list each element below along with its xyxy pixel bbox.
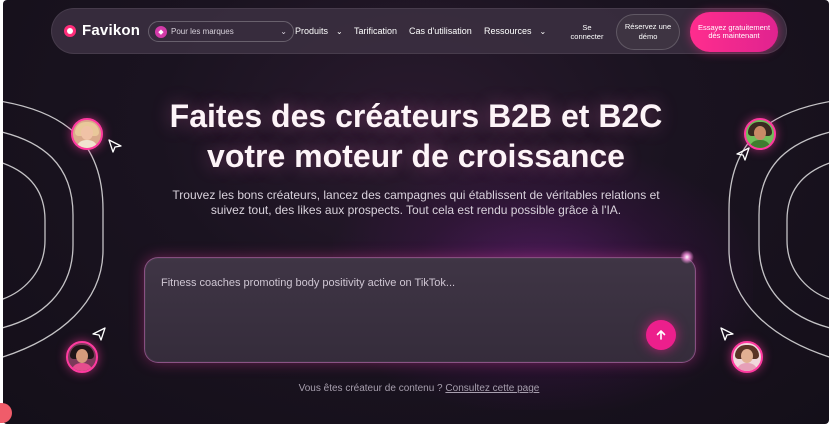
arrow-up-icon bbox=[656, 330, 666, 340]
nav-item-label: Produits bbox=[295, 26, 329, 36]
nav-item-produits[interactable]: Produits ⌄ bbox=[295, 26, 343, 36]
cursor-arrow-icon bbox=[720, 327, 734, 341]
login-link[interactable]: Se connecter bbox=[570, 23, 604, 41]
chevron-down-icon: ⌄ bbox=[280, 27, 287, 36]
nav-item-tarification[interactable]: Tarification bbox=[354, 26, 397, 36]
creator-page-link[interactable]: Consultez cette page bbox=[445, 383, 539, 394]
audience-selector-label: Pour les marques bbox=[171, 27, 234, 36]
sparkle-decoration bbox=[680, 250, 694, 264]
hero-title-line2: votre moteur de croissance bbox=[207, 138, 625, 174]
creator-avatar-bottom-right bbox=[731, 341, 763, 373]
chevron-down-icon: ⌄ bbox=[539, 26, 547, 36]
nav-item-label: Tarification bbox=[354, 26, 398, 36]
search-submit-button[interactable] bbox=[646, 320, 676, 350]
nav-item-label: Cas d'utilisation bbox=[409, 26, 472, 36]
page-frame: Favikon ◆ Pour les marques ⌄ Produits ⌄ … bbox=[3, 0, 829, 424]
creator-search-box bbox=[144, 250, 696, 363]
nav-item-label: Ressources bbox=[484, 26, 532, 36]
book-demo-button[interactable]: Réservez une démo bbox=[616, 14, 680, 50]
creator-avatar-bottom-left bbox=[66, 341, 98, 373]
creator-avatar-top-left bbox=[71, 118, 103, 150]
top-navigation: Favikon ◆ Pour les marques ⌄ Produits ⌄ … bbox=[51, 8, 787, 54]
hero-subtitle: Trouvez les bons créateurs, lancez des c… bbox=[172, 188, 660, 217]
cursor-arrow-icon bbox=[736, 147, 750, 161]
creator-cta-line: Vous êtes créateur de contenu ? Consulte… bbox=[219, 383, 619, 394]
nav-item-cas-utilisation[interactable]: Cas d'utilisation bbox=[409, 26, 472, 36]
creator-cta-text: Vous êtes créateur de contenu ? bbox=[298, 383, 443, 394]
free-trial-button[interactable]: Essayez gratuitement dès maintenant bbox=[690, 12, 778, 52]
nav-item-ressources[interactable]: Ressources ⌄ bbox=[484, 26, 546, 36]
brand-name: Favikon bbox=[82, 22, 141, 39]
creator-search-input[interactable] bbox=[161, 274, 641, 292]
diamond-icon: ◆ bbox=[155, 25, 167, 38]
brand-logo[interactable]: Favikon bbox=[64, 22, 140, 39]
audience-selector[interactable]: ◆ Pour les marques ⌄ bbox=[148, 21, 294, 42]
logo-icon bbox=[64, 24, 76, 37]
chevron-down-icon: ⌄ bbox=[336, 26, 343, 36]
cursor-arrow-icon bbox=[92, 327, 106, 341]
hero-title-line1: Faites des créateurs B2B et B2C bbox=[169, 98, 663, 134]
hero-title: Faites des créateurs B2B et B2C votre mo… bbox=[116, 96, 716, 176]
